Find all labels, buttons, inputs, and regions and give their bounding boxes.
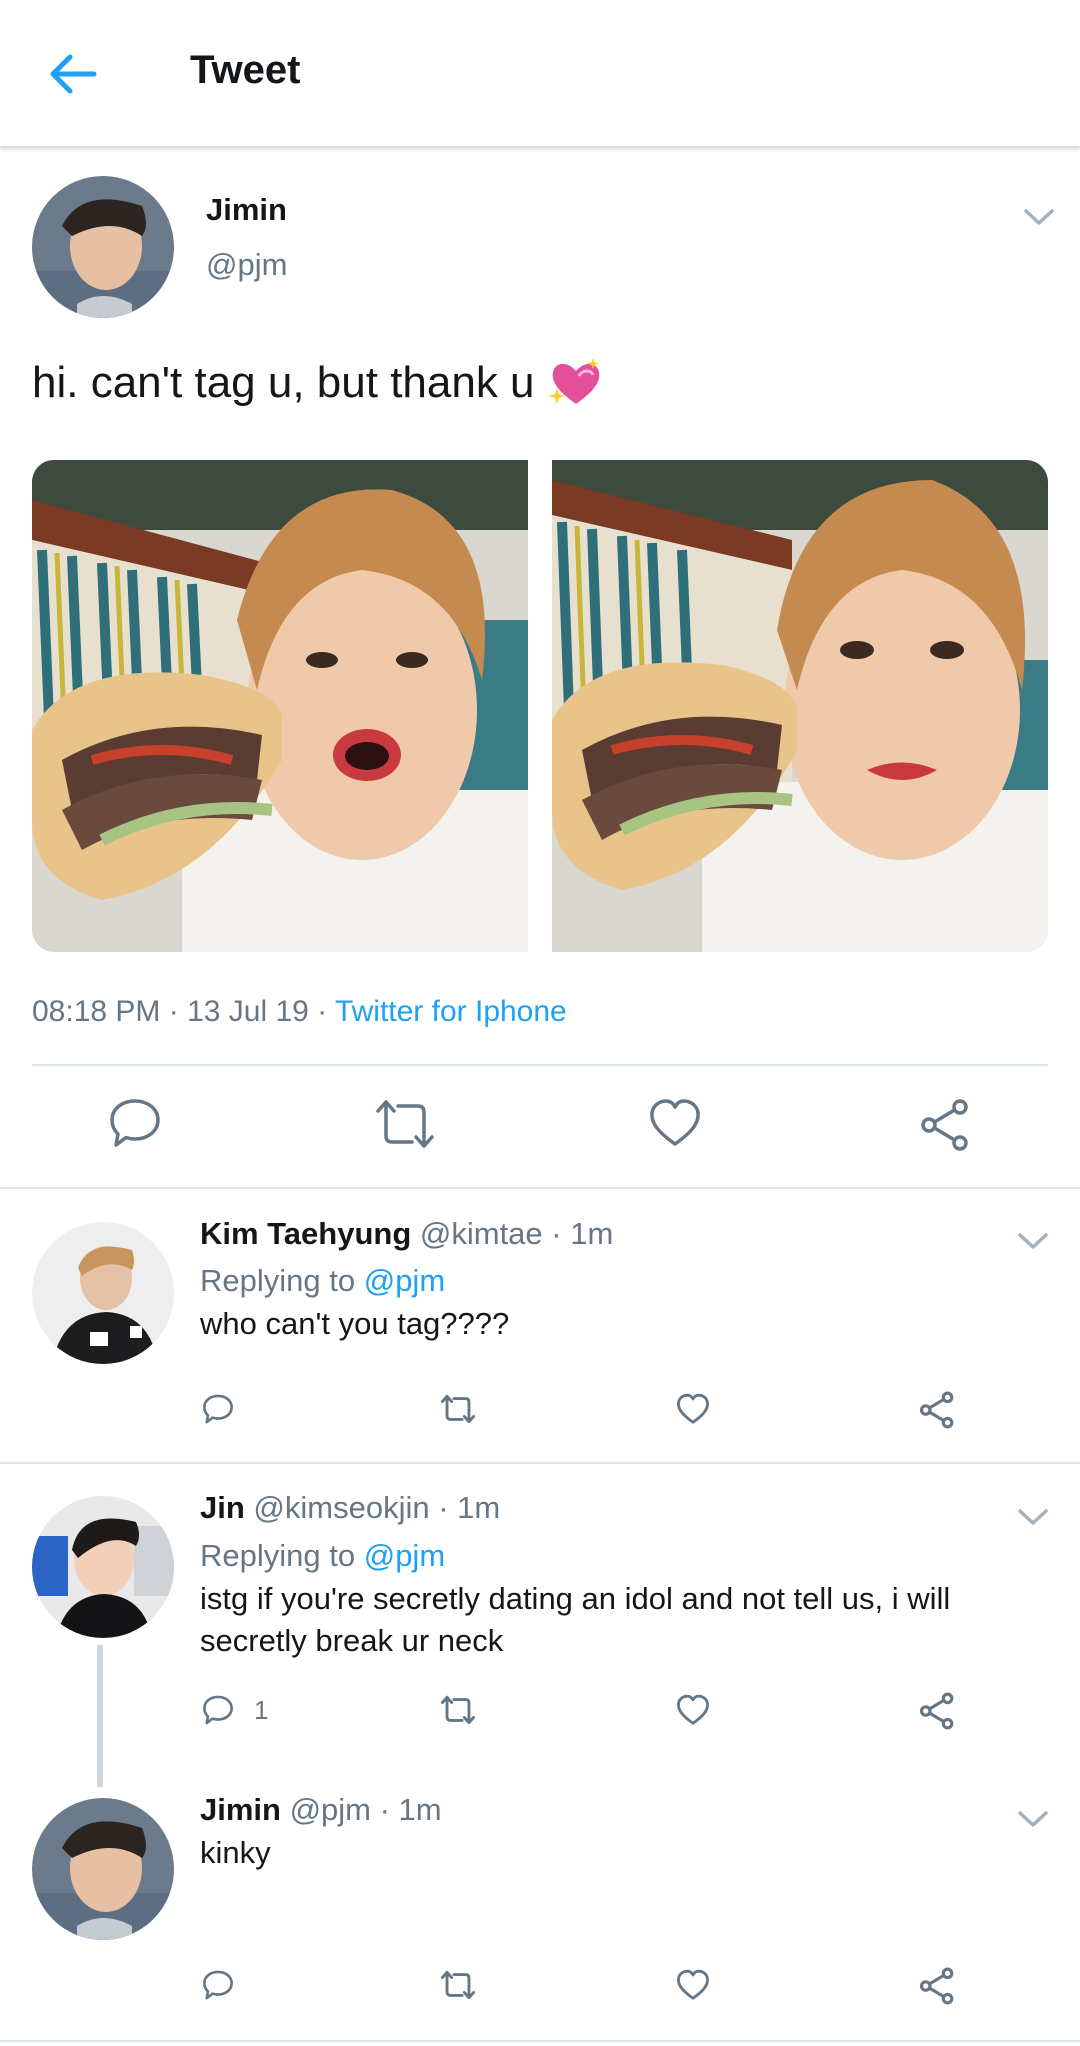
- reply-2-header: Jin @kimseokjin · 1m: [200, 1490, 500, 1526]
- share-icon[interactable]: [918, 1098, 972, 1152]
- sparkling-heart-emoji: [548, 358, 599, 404]
- share-icon[interactable]: [918, 1391, 956, 1429]
- chevron-down-icon[interactable]: [1016, 1506, 1050, 1528]
- replying-to: Replying to @pjm: [200, 1538, 445, 1574]
- reply-count: 1: [254, 1695, 269, 1725]
- avatar-reply-3[interactable]: [32, 1798, 174, 1940]
- replying-to-label: Replying to: [200, 1538, 364, 1573]
- author-handle[interactable]: @pjm: [206, 247, 287, 283]
- reply-text: kinky: [200, 1835, 271, 1870]
- back-arrow-icon[interactable]: [44, 46, 100, 102]
- divider: [32, 1064, 1048, 1066]
- tweet-photo-1[interactable]: [32, 460, 528, 952]
- chevron-down-icon[interactable]: [1016, 1808, 1050, 1830]
- author-name[interactable]: Jimin: [206, 192, 287, 228]
- reply-handle-time: @pjm · 1m: [280, 1792, 442, 1827]
- tweet-timestamp: 08:18 PM · 13 Jul 19 ·: [32, 995, 335, 1028]
- replying-to: Replying to @pjm: [200, 1263, 445, 1299]
- tweet-text: hi. can't tag u, but thank u: [32, 358, 535, 407]
- reply-author-name[interactable]: Jin: [200, 1490, 245, 1525]
- divider: [0, 1462, 1080, 1464]
- avatar-reply-2[interactable]: [32, 1496, 174, 1638]
- retweet-icon[interactable]: [374, 1098, 436, 1150]
- like-icon[interactable]: [676, 1969, 710, 2001]
- reply-icon[interactable]: [202, 1694, 234, 1726]
- reply-handle-time: @kimtae · 1m: [411, 1216, 614, 1251]
- like-icon[interactable]: [676, 1694, 710, 1726]
- divider: [0, 1187, 1080, 1189]
- reply-author-name[interactable]: Kim Taehyung: [200, 1216, 411, 1251]
- tweet-photo-2[interactable]: [552, 460, 1048, 952]
- reply-1-header: Kim Taehyung @kimtae · 1m: [200, 1216, 613, 1252]
- thread-connector: [97, 1645, 103, 1787]
- reply-icon[interactable]: [108, 1096, 162, 1150]
- tweet-source-link[interactable]: Twitter for Iphone: [335, 995, 567, 1028]
- reply-text: who can't you tag????: [200, 1306, 510, 1341]
- avatar-main[interactable]: [32, 176, 174, 318]
- retweet-icon[interactable]: [440, 1394, 476, 1424]
- replying-to-label: Replying to: [200, 1263, 364, 1298]
- tweet-text-row: hi. can't tag u, but thank u: [32, 358, 603, 408]
- retweet-icon[interactable]: [440, 1695, 476, 1725]
- reply-handle-time: @kimseokjin · 1m: [244, 1490, 501, 1525]
- reply-author-name[interactable]: Jimin: [200, 1792, 281, 1827]
- avatar-reply-1[interactable]: [32, 1222, 174, 1364]
- share-icon[interactable]: [918, 1967, 956, 2005]
- top-bar: Tweet: [0, 0, 1080, 148]
- retweet-icon[interactable]: [440, 1970, 476, 2000]
- like-icon[interactable]: [648, 1098, 702, 1148]
- chevron-down-icon[interactable]: [1016, 1230, 1050, 1252]
- chevron-down-icon[interactable]: [1022, 206, 1056, 228]
- replying-to-mention[interactable]: @pjm: [364, 1538, 445, 1573]
- reply-icon[interactable]: [202, 1969, 234, 2001]
- reply-text: istg if you're secretly dating an idol a…: [200, 1581, 951, 1658]
- page-title: Tweet: [190, 48, 301, 92]
- divider: [0, 2040, 1080, 2042]
- like-icon[interactable]: [676, 1393, 710, 1425]
- reply-3-header: Jimin @pjm · 1m: [200, 1792, 442, 1828]
- tweet-meta: 08:18 PM · 13 Jul 19 · Twitter for Iphon…: [32, 995, 567, 1029]
- share-icon[interactable]: [918, 1692, 956, 1730]
- replying-to-mention[interactable]: @pjm: [364, 1263, 445, 1298]
- reply-icon[interactable]: [202, 1393, 234, 1425]
